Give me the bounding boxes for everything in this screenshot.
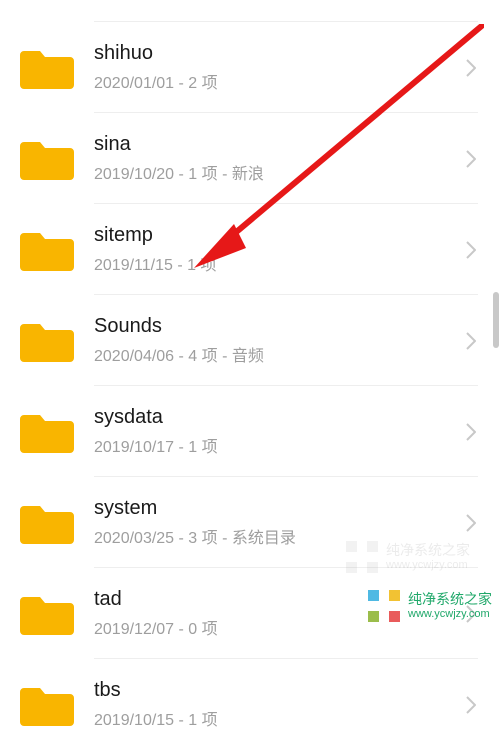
chevron-right-icon [466,514,476,532]
folder-item[interactable]: sina 2019/10/20 - 1 项 - 新浪 [0,113,500,204]
watermark-url: www.ycwjzy.com [408,608,492,620]
folder-icon [20,227,74,273]
folder-item[interactable]: sysdata 2019/10/17 - 1 项 [0,386,500,477]
folder-body: system 2020/03/25 - 3 项 - 系统目录 [94,497,466,548]
folder-meta: 2020/01/01 - 2 项 [94,69,466,93]
folder-icon [20,45,74,91]
folder-item[interactable]: shihuo 2020/01/01 - 2 项 [0,22,500,113]
folder-meta: 2019/11/15 - 1 项 [94,251,466,275]
folder-item[interactable]: sitemp 2019/11/15 - 1 项 [0,204,500,295]
scrollbar-thumb[interactable] [493,292,499,348]
folder-body: Sounds 2020/04/06 - 4 项 - 音频 [94,315,466,366]
folder-icon [20,591,74,637]
folder-icon [20,136,74,182]
folder-item[interactable]: 2019/11/15 - 1 项 [0,0,500,22]
folder-name: shihuo [94,42,466,65]
chevron-right-icon [466,59,476,77]
chevron-right-icon [466,241,476,259]
folder-body: shihuo 2020/01/01 - 2 项 [94,42,466,93]
chevron-right-icon [466,696,476,714]
folder-icon [20,409,74,455]
watermark-text: 纯净系统之家 www.ycwjzy.com [408,592,492,619]
folder-item-sounds[interactable]: Sounds 2020/04/06 - 4 项 - 音频 [0,295,500,386]
folder-body: tbs 2019/10/15 - 1 项 [94,679,466,730]
folder-list: 2019/11/15 - 1 项 shihuo 2020/01/01 - 2 项… [0,0,500,750]
folder-name: sysdata [94,406,466,429]
folder-name: system [94,497,466,520]
folder-name: sitemp [94,224,466,247]
folder-item[interactable]: system 2020/03/25 - 3 项 - 系统目录 [0,477,500,568]
folder-body: sysdata 2019/10/17 - 1 项 [94,406,466,457]
folder-meta: 2019/10/15 - 1 项 [94,706,466,730]
folder-meta: 2020/04/06 - 4 项 - 音频 [94,342,466,366]
folder-meta: 2020/03/25 - 3 项 - 系统目录 [94,524,466,548]
folder-meta: 2019/10/20 - 1 项 - 新浪 [94,160,466,184]
folder-icon [20,0,74,2]
folder-name: tbs [94,679,466,702]
folder-body: sitemp 2019/11/15 - 1 项 [94,224,466,275]
folder-icon [20,500,74,546]
chevron-right-icon [466,332,476,350]
folder-name: Sounds [94,315,466,338]
folder-body: sina 2019/10/20 - 1 项 - 新浪 [94,133,466,184]
folder-icon [20,682,74,728]
folder-item[interactable]: tbs 2019/10/15 - 1 项 [0,659,500,750]
folder-icon [20,318,74,364]
chevron-right-icon [466,423,476,441]
chevron-right-icon [466,150,476,168]
folder-meta: 2019/10/17 - 1 项 [94,433,466,457]
watermark: 纯净系统之家 www.ycwjzy.com [366,588,492,624]
watermark-logo-icon [366,588,402,624]
folder-name: sina [94,133,466,156]
watermark-title: 纯净系统之家 [408,592,492,607]
